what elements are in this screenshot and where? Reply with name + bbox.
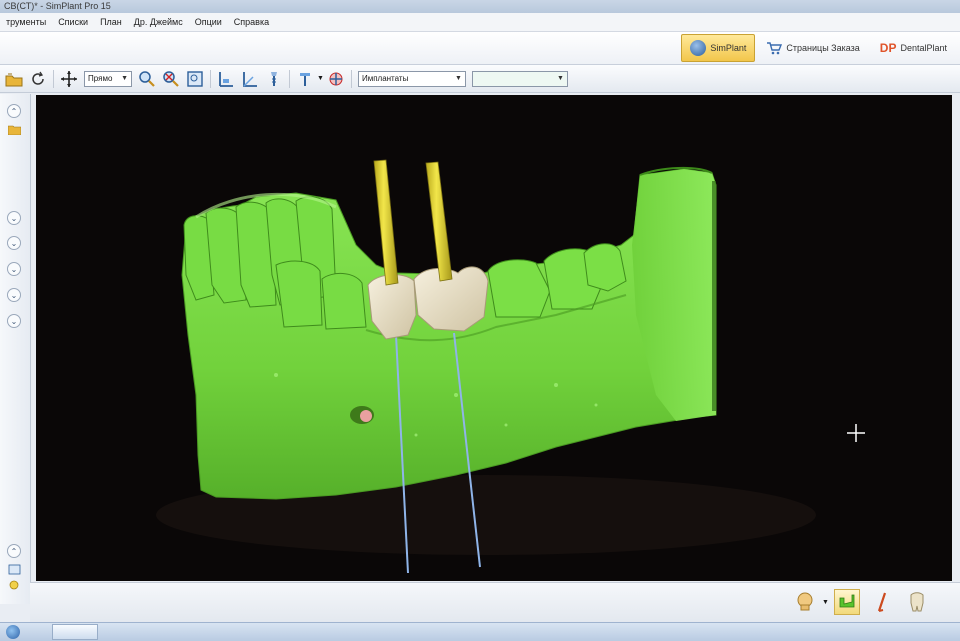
menu-item-tools[interactable]: трументы <box>0 17 52 27</box>
view-direction-select[interactable]: Прямо ▼ <box>84 70 132 87</box>
chevron-down-icon: ▼ <box>121 75 128 82</box>
tab-order-pages-label: Страницы Заказа <box>786 43 860 53</box>
menu-item-options[interactable]: Опции <box>189 17 228 27</box>
cart-icon <box>766 41 783 55</box>
main-toolbar: Прямо ▼ ▼ Имплантаты ▼ ▼ <box>0 65 960 93</box>
dp-logo-icon: DP <box>879 41 897 55</box>
view-mode-toolbar: ▼ <box>30 582 960 623</box>
bulb-icon[interactable] <box>8 580 21 591</box>
skull-view-icon[interactable] <box>792 589 818 615</box>
expand-icon[interactable]: ⌄ <box>7 288 21 302</box>
rotate-icon[interactable] <box>28 69 48 89</box>
toolbar-separator <box>53 69 54 88</box>
folder-icon[interactable] <box>7 124 22 136</box>
menu-item-plan[interactable]: План <box>94 17 128 27</box>
expand-icon[interactable]: ⌄ <box>7 262 21 276</box>
menu-item-lists[interactable]: Списки <box>52 17 94 27</box>
zoom-reset-icon[interactable] <box>161 69 181 89</box>
3d-viewport[interactable] <box>36 95 952 581</box>
drill-icon[interactable] <box>326 69 346 89</box>
pan-icon[interactable] <box>59 69 79 89</box>
tooth-view-icon[interactable] <box>904 589 930 615</box>
tab-order-pages[interactable]: Страницы Заказа <box>757 34 868 62</box>
simplant-logo-icon <box>690 40 707 56</box>
object-list-select[interactable]: ▼ <box>471 70 568 87</box>
expand-icon[interactable]: ⌄ <box>7 236 21 250</box>
nerve-tracing-icon[interactable] <box>295 69 315 89</box>
taskbar-app-button[interactable] <box>52 624 98 640</box>
tab-simplant[interactable]: SimPlant <box>681 34 756 62</box>
chevron-down-icon: ▼ <box>557 75 564 82</box>
object-type-select[interactable]: Имплантаты ▼ <box>357 70 466 87</box>
crosshair-cursor-icon <box>847 424 865 442</box>
expand-icon[interactable]: ⌄ <box>7 211 21 225</box>
menu-item-help[interactable]: Справка <box>228 17 275 27</box>
object-type-value: Имплантаты <box>361 74 409 83</box>
toolbar-separator <box>210 69 211 88</box>
tab-simplant-label: SimPlant <box>710 43 747 53</box>
menu-bar: трументы Списки План Др. Джеймс Опции Сп… <box>0 13 960 32</box>
ribbon-bar: SimPlant Страницы Заказа DP DentalPlant <box>0 32 960 65</box>
chevron-down-icon[interactable]: ▼ <box>317 75 324 82</box>
menu-item-doctor[interactable]: Др. Джеймс <box>128 17 189 27</box>
chevron-down-icon[interactable]: ▼ <box>822 599 829 606</box>
jaw-view-icon[interactable] <box>834 589 860 615</box>
open-folder-icon[interactable] <box>4 69 24 89</box>
collapse-bottom-icon[interactable]: ⌃ <box>7 544 21 558</box>
nerve-view-icon[interactable] <box>870 589 896 615</box>
chevron-down-icon: ▼ <box>455 75 462 82</box>
view-icon[interactable] <box>8 564 21 575</box>
view-direction-value: Прямо <box>88 74 113 83</box>
zoom-icon[interactable] <box>137 69 157 89</box>
collapse-up-icon[interactable]: ⌃ <box>7 104 21 118</box>
toolbar-separator <box>289 69 290 88</box>
jaw-model-render[interactable] <box>36 95 952 581</box>
measure-distance-icon[interactable] <box>216 69 236 89</box>
window-title: СВ(СТ)* - SimPlant Pro 15 <box>4 1 111 11</box>
implant-icon[interactable] <box>264 69 284 89</box>
left-side-panel: ⌃ ⌄ ⌄ ⌄ ⌄ ⌄ ⌃ <box>0 94 31 604</box>
start-button[interactable] <box>6 625 20 639</box>
os-taskbar <box>0 622 960 641</box>
measure-angle-icon[interactable] <box>240 69 260 89</box>
tab-dentalplant[interactable]: DP DentalPlant <box>871 34 956 62</box>
tab-dentalplant-label: DentalPlant <box>900 43 947 53</box>
window-title-bar: СВ(СТ)* - SimPlant Pro 15 <box>0 0 960 13</box>
expand-icon[interactable]: ⌄ <box>7 314 21 328</box>
app-tabs: SimPlant Страницы Заказа DP DentalPlant <box>679 34 956 62</box>
toolbar-separator <box>350 69 352 88</box>
fit-view-icon[interactable] <box>185 69 205 89</box>
